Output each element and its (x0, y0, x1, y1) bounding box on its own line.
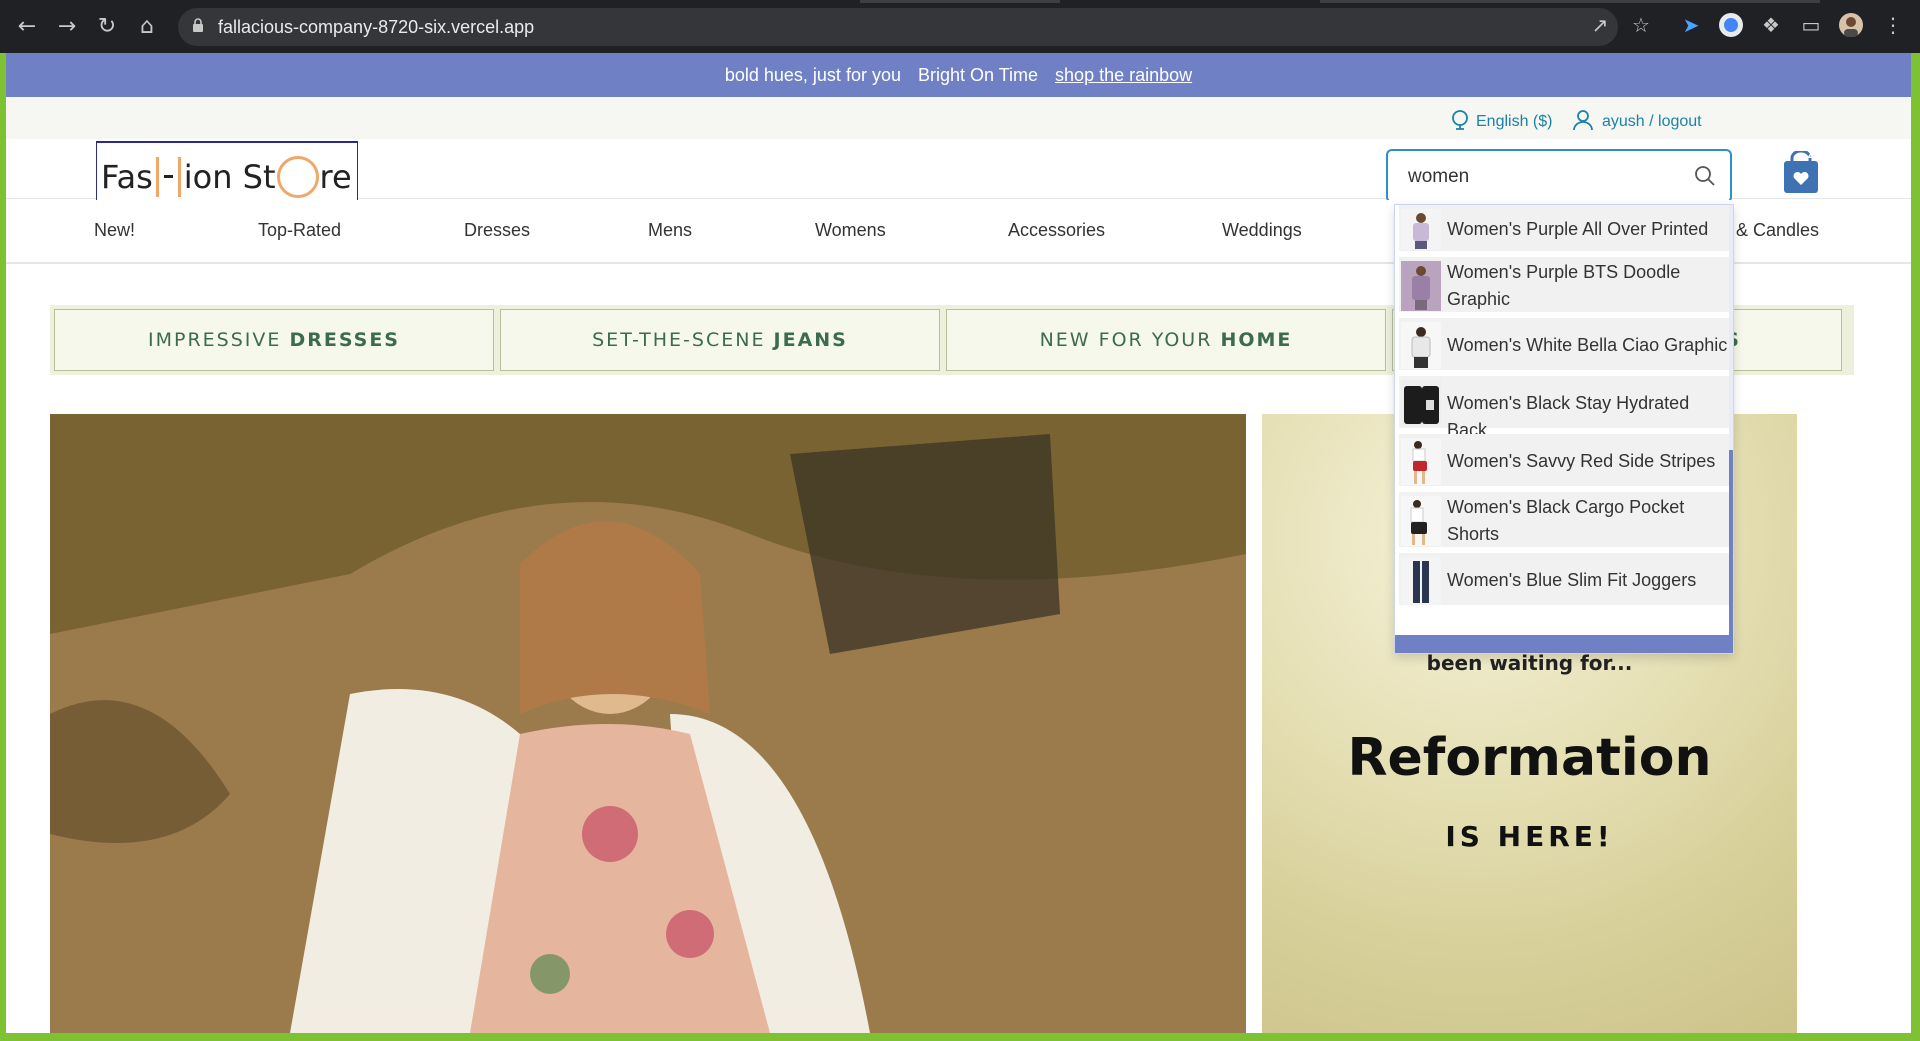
suggestion-label: Women's Black Cargo Pocket Shorts (1447, 497, 1685, 544)
forward-icon[interactable]: → (52, 12, 82, 42)
side-panel-icon[interactable]: ▭ (1798, 12, 1824, 38)
featured-dresses-prefix: IMPRESSIVE (148, 329, 290, 351)
list-item[interactable]: Women's Black Cargo Pocket Shorts (1399, 492, 1729, 550)
featured-dresses[interactable]: IMPRESSIVE DRESSES (54, 309, 494, 371)
featured-jeans[interactable]: SET-THE-SCENE JEANS (500, 309, 940, 371)
web-page: bold hues, just for you Bright On Time s… (6, 53, 1911, 1033)
featured-home[interactable]: NEW FOR YOUR HOME (946, 309, 1386, 371)
product-thumbnail (1401, 261, 1441, 311)
home-icon[interactable]: ⌂ (132, 12, 162, 42)
list-item[interactable]: Women's Black Stay Hydrated Back (1399, 376, 1729, 440)
cart-button[interactable]: 4 (1782, 147, 1824, 195)
product-thumbnail (1401, 438, 1441, 485)
translate-extension-icon[interactable] (1718, 12, 1744, 38)
logo-text-part-3: re (319, 157, 352, 196)
menu-kebab-icon[interactable]: ⋮ (1880, 12, 1906, 38)
product-thumbnail (1401, 557, 1441, 604)
profile-avatar[interactable] (1838, 12, 1864, 38)
suggestion-label: Women's White Bella Ciao Graphic (1447, 335, 1728, 355)
cart-count-badge: 4 (1808, 147, 1817, 164)
search-box[interactable] (1386, 149, 1732, 203)
url-text: fallacious-company-8720-six.vercel.app (218, 17, 535, 37)
browser-toolbar: ← → ↻ ⌂ fallacious-company-8720-six.verc… (0, 0, 1920, 53)
list-item[interactable]: Women's White Bella Ciao Graphic (1399, 318, 1729, 373)
language-selector[interactable]: English ($) (1450, 109, 1552, 131)
nav-item-top-rated[interactable]: Top-Rated (258, 220, 341, 241)
nav-item-candles[interactable]: & Candles (1736, 220, 1819, 241)
suggestion-label: Women's Purple All Over Printed (1447, 219, 1709, 239)
logo-dash (163, 175, 173, 178)
promo-link[interactable]: shop the rainbow (1055, 65, 1192, 85)
nav-item-womens[interactable]: Womens (815, 220, 886, 241)
logo-text-part-1: Fas (101, 157, 153, 196)
nav-item-weddings[interactable]: Weddings (1222, 220, 1302, 241)
nav-item-mens[interactable]: Mens (648, 220, 692, 241)
product-thumbnail (1401, 496, 1441, 546)
logo-text-part-2: ion St (183, 157, 276, 196)
list-item[interactable]: Women's Purple All Over Printed (1399, 205, 1729, 254)
hero-brand-title: Reformation (1347, 728, 1712, 788)
account-link[interactable]: ayush / logout (1572, 109, 1702, 131)
address-bar[interactable]: fallacious-company-8720-six.vercel.app (178, 8, 1618, 46)
list-item[interactable]: Women's Savvy Red Side Stripes (1399, 434, 1729, 489)
list-item[interactable]: Women's Blue Slim Fit Joggers (1399, 553, 1729, 608)
promo-text-2: Bright On Time (917, 65, 1039, 85)
nav-item-new[interactable]: New! (94, 220, 135, 241)
tab-strip-edge-2 (1320, 0, 1820, 3)
bookmark-star-icon[interactable]: ☆ (1628, 12, 1654, 38)
product-thumbnail (1401, 380, 1441, 427)
logo-bar-2 (177, 156, 181, 197)
product-thumbnail (1401, 322, 1441, 369)
reload-icon[interactable]: ↻ (92, 12, 122, 42)
featured-home-prefix: NEW FOR YOUR (1039, 329, 1221, 351)
utility-bar: English ($) ayush / logout (6, 97, 1911, 139)
globe-icon (1452, 110, 1468, 130)
suggestion-label: Women's Purple BTS Doodle Graphic (1447, 262, 1681, 309)
product-thumbnail (1401, 209, 1441, 250)
suggestion-label: Women's Savvy Red Side Stripes (1447, 451, 1716, 471)
hero-image-left[interactable] (50, 414, 1246, 1033)
nav-item-accessories[interactable]: Accessories (1008, 220, 1105, 241)
logo-bar (155, 156, 159, 197)
promo-text-1: bold hues, just for you (724, 65, 901, 85)
featured-jeans-bold: JEANS (773, 329, 848, 351)
extension-send-icon[interactable]: ➤ (1678, 12, 1704, 38)
suggestions-scrollbar-thumb[interactable] (1729, 450, 1733, 635)
share-icon[interactable]: ↗ (1587, 12, 1613, 38)
featured-dresses-bold: DRESSES (289, 329, 400, 351)
suggestions-footer-bar (1395, 635, 1733, 653)
search-suggestions-dropdown: Women's Purple All Over Printed Women's … (1394, 204, 1734, 654)
hero-subtitle: IS HERE! (1445, 820, 1614, 853)
nav-item-dresses[interactable]: Dresses (464, 220, 530, 241)
suggestion-label: Women's Blue Slim Fit Joggers (1447, 570, 1697, 590)
language-label: English ($) (1476, 113, 1553, 130)
back-icon[interactable]: ← (12, 12, 42, 42)
search-icon[interactable] (1694, 165, 1716, 187)
featured-home-bold: HOME (1220, 329, 1293, 351)
search-input[interactable] (1408, 163, 1688, 191)
tab-strip-edge (860, 0, 1060, 3)
list-item[interactable]: Women's Purple BTS Doodle Graphic (1399, 257, 1729, 315)
suggestions-list: Women's Purple All Over Printed Women's … (1395, 205, 1733, 635)
promo-banner: bold hues, just for you Bright On Time s… (6, 53, 1911, 97)
shopping-bag-icon (1784, 149, 1818, 193)
account-label: ayush / logout (1602, 113, 1702, 130)
extensions-puzzle-icon[interactable]: ❖ (1758, 12, 1784, 38)
hero-photo (50, 414, 1246, 1033)
lock-icon (193, 18, 203, 32)
user-icon (1573, 110, 1593, 131)
logo-circle (276, 155, 319, 198)
featured-jeans-prefix: SET-THE-SCENE (592, 329, 774, 351)
